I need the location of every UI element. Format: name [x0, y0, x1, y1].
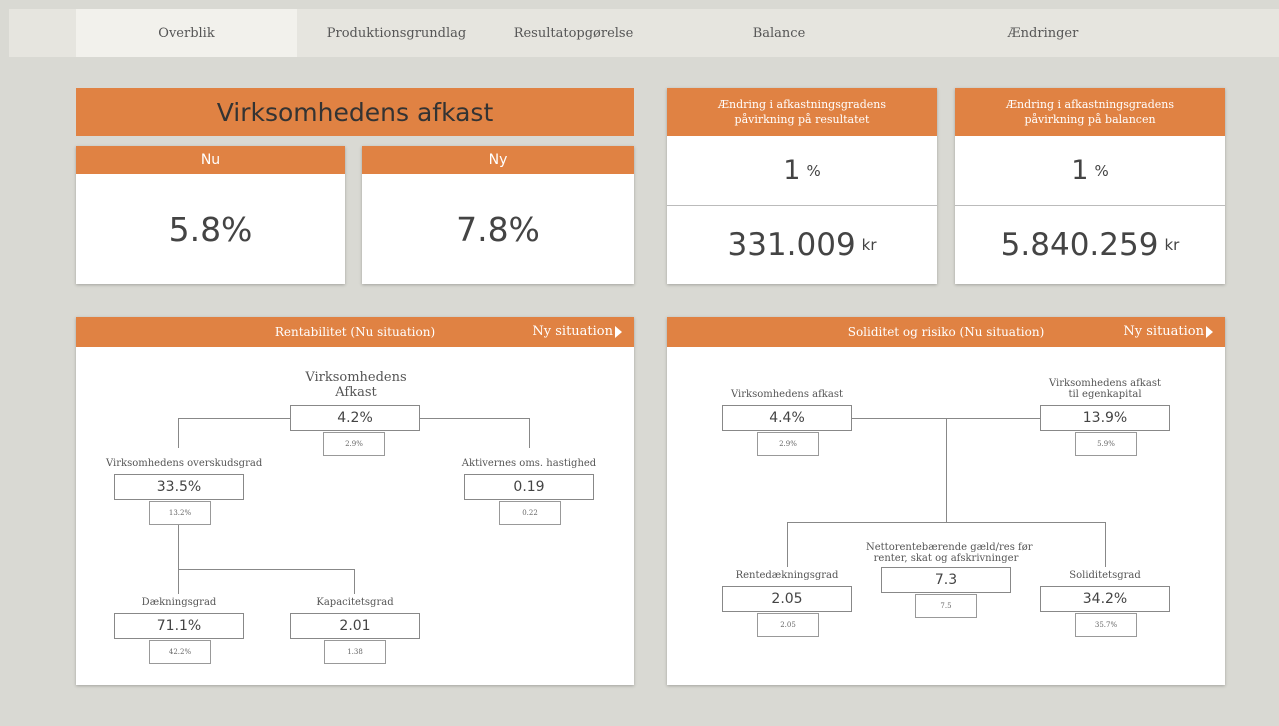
rent-kapacitet-value: 2.01: [290, 613, 420, 639]
return-ny-value: 7.8%: [456, 209, 540, 249]
return-title: Virksomhedens afkast: [76, 88, 634, 136]
rent-aktiver-label: Aktivernes oms. hastighed: [461, 458, 597, 469]
play-arrow-icon: [615, 325, 622, 338]
change-balance-title: Ændring i afkastningsgradens påvirkning …: [955, 88, 1225, 136]
sol-egenkapital-value: 13.9%: [1040, 405, 1170, 431]
sol-afkast-label: Virksomhedens afkast: [731, 389, 843, 400]
soliditet-ny-situation-link[interactable]: Ny situation: [1123, 324, 1213, 339]
sol-rentedaekning-value: 2.05: [722, 586, 852, 612]
rentabilitet-ny-situation-link[interactable]: Ny situation: [532, 324, 622, 339]
return-nu-card: Nu 5.8%: [76, 146, 345, 284]
change-balance-card: Ændring i afkastningsgradens påvirkning …: [955, 88, 1225, 284]
tab-produktionsgrundlag[interactable]: Produktionsgrundlag: [297, 9, 496, 57]
sol-netto-value: 7.3: [881, 567, 1011, 593]
return-nu-value: 5.8%: [168, 209, 253, 249]
rent-daekning-value: 71.1%: [114, 613, 244, 639]
play-arrow-icon: [1206, 325, 1213, 338]
tab-balance[interactable]: Balance: [651, 9, 907, 57]
soliditet-panel: Soliditet og risiko (Nu situation) Ny si…: [667, 317, 1225, 685]
change-balance-amount: 5.840.259 kr: [1000, 227, 1180, 263]
tab-aendringer[interactable]: Ændringer: [907, 9, 1179, 57]
sol-soliditetsgrad-value: 34.2%: [1040, 586, 1170, 612]
sol-soliditetsgrad-label: Soliditetsgrad: [1069, 570, 1141, 581]
rent-overskud-label: Virksomhedens overskudsgrad: [106, 458, 263, 469]
sol-afkast-sub: 2.9%: [757, 432, 819, 456]
rent-overskud-value: 33.5%: [114, 474, 244, 500]
sol-afkast-value: 4.4%: [722, 405, 852, 431]
change-balance-pct: 1%: [955, 136, 1225, 206]
return-nu-label: Nu: [76, 146, 345, 174]
sol-rentedaekning-label: Rentedækningsgrad: [735, 570, 839, 581]
rent-root-sub: 2.9%: [323, 432, 385, 456]
return-ny-card: Ny 7.8%: [362, 146, 634, 284]
rent-kapacitet-label: Kapacitetsgrad: [316, 597, 394, 608]
tab-bar: Overblik Produktionsgrundlag Resultatopg…: [9, 9, 1279, 57]
rent-aktiver-value: 0.19: [464, 474, 594, 500]
soliditet-header: Soliditet og risiko (Nu situation) Ny si…: [667, 317, 1225, 347]
rent-aktiver-sub: 0.22: [499, 501, 561, 525]
rentabilitet-panel: Rentabilitet (Nu situation) Ny situation…: [76, 317, 634, 685]
change-result-title: Ændring i afkastningsgradens påvirkning …: [667, 88, 937, 136]
rent-kapacitet-sub: 1.38: [324, 640, 386, 664]
sol-soliditetsgrad-sub: 35.7%: [1075, 613, 1137, 637]
change-result-pct: 1%: [667, 136, 937, 206]
rent-root-value: 4.2%: [290, 405, 420, 431]
change-result-amount: 331.009 kr: [727, 227, 877, 263]
tab-resultatopgorelse[interactable]: Resultatopgørelse: [496, 9, 651, 57]
change-result-card: Ændring i afkastningsgradens påvirkning …: [667, 88, 937, 284]
rentabilitet-header: Rentabilitet (Nu situation) Ny situation: [76, 317, 634, 347]
rent-daekning-sub: 42.2%: [149, 640, 211, 664]
rent-daekning-label: Dækningsgrad: [141, 597, 217, 608]
sol-egenkapital-label: Virksomhedens afkast til egenkapital: [1049, 378, 1161, 400]
tab-overblik[interactable]: Overblik: [76, 9, 297, 57]
rent-overskud-sub: 13.2%: [149, 501, 211, 525]
sol-netto-label: Nettorentebærende gæld/res før renter, sk…: [866, 542, 1033, 564]
sol-rentedaekning-sub: 2.05: [757, 613, 819, 637]
return-ny-label: Ny: [362, 146, 634, 174]
sol-egenkapital-sub: 5.9%: [1075, 432, 1137, 456]
rent-root-label: Virksomhedens Afkast: [305, 370, 407, 400]
sol-netto-sub: 7.5: [915, 594, 977, 618]
